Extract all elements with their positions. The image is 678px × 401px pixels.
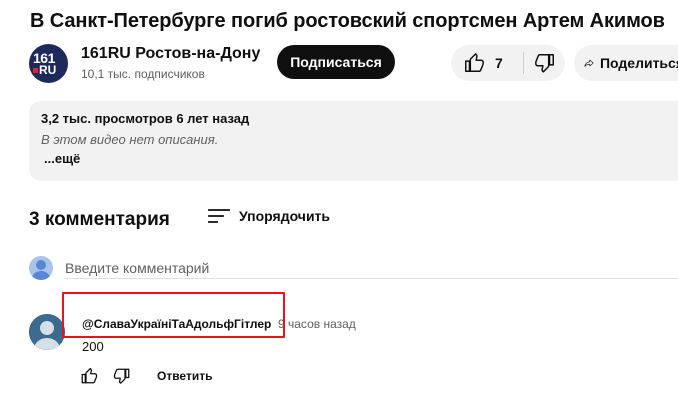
like-dislike-group: 7	[451, 45, 565, 81]
comment-item: @СлаваУкраїніТаАдольфГітлер 9 часов наза…	[29, 314, 678, 394]
logo-bottom-text: RU	[33, 62, 57, 77]
video-title: В Санкт-Петербурге погиб ростовский спор…	[30, 10, 665, 32]
description-box[interactable]: 3,2 тыс. просмотров 6 лет назад В этом в…	[29, 101, 678, 181]
subscribe-button[interactable]: Подписаться	[277, 45, 395, 79]
comment-dislike-icon[interactable]	[113, 367, 131, 385]
show-more-link[interactable]: ...ещё	[44, 151, 80, 166]
user-silhouette-icon	[31, 260, 51, 280]
comments-header: 3 комментария Упорядочить	[29, 207, 429, 233]
channel-logo: 161 RU	[33, 51, 64, 77]
view-stats: 3,2 тыс. просмотров 6 лет назад	[41, 111, 250, 126]
description-text: В этом видео нет описания.	[41, 132, 219, 147]
comment-input[interactable]	[65, 257, 678, 279]
comments-count: 3 комментария	[29, 209, 170, 230]
channel-avatar[interactable]: 161 RU	[29, 44, 68, 83]
comment-time[interactable]: 9 часов назад	[278, 317, 356, 331]
sort-button[interactable]: Упорядочить	[239, 208, 330, 224]
share-label: Поделиться	[599, 55, 678, 71]
comment-like-icon[interactable]	[80, 367, 98, 385]
sort-icon[interactable]	[208, 207, 230, 225]
thumbs-up-icon	[465, 53, 484, 72]
commenter-avatar[interactable]	[29, 314, 65, 350]
share-arrow-icon	[584, 59, 594, 67]
logo-red-square	[33, 67, 38, 73]
comment-text: 200	[82, 339, 104, 354]
like-button[interactable]: 7	[451, 45, 523, 81]
like-count: 7	[495, 55, 503, 71]
dislike-button[interactable]	[524, 45, 565, 81]
logo-bottom-label: RU	[39, 62, 57, 77]
reply-button[interactable]: Ответить	[157, 369, 212, 383]
share-button[interactable]: Поделиться	[574, 45, 678, 81]
commenter-avatar-image	[29, 314, 65, 350]
comment-author[interactable]: @СлаваУкраїніТаАдольфГітлер	[82, 317, 271, 331]
channel-name[interactable]: 161RU Ростов-на-Дону	[81, 45, 260, 63]
add-comment-row	[29, 256, 678, 282]
subscriber-count: 10,1 тыс. подписчиков	[81, 67, 205, 81]
thumbs-down-icon	[534, 54, 554, 73]
channel-row: 161 RU 161RU Ростов-на-Дону 10,1 тыс. по…	[29, 44, 678, 83]
user-avatar	[29, 256, 53, 280]
